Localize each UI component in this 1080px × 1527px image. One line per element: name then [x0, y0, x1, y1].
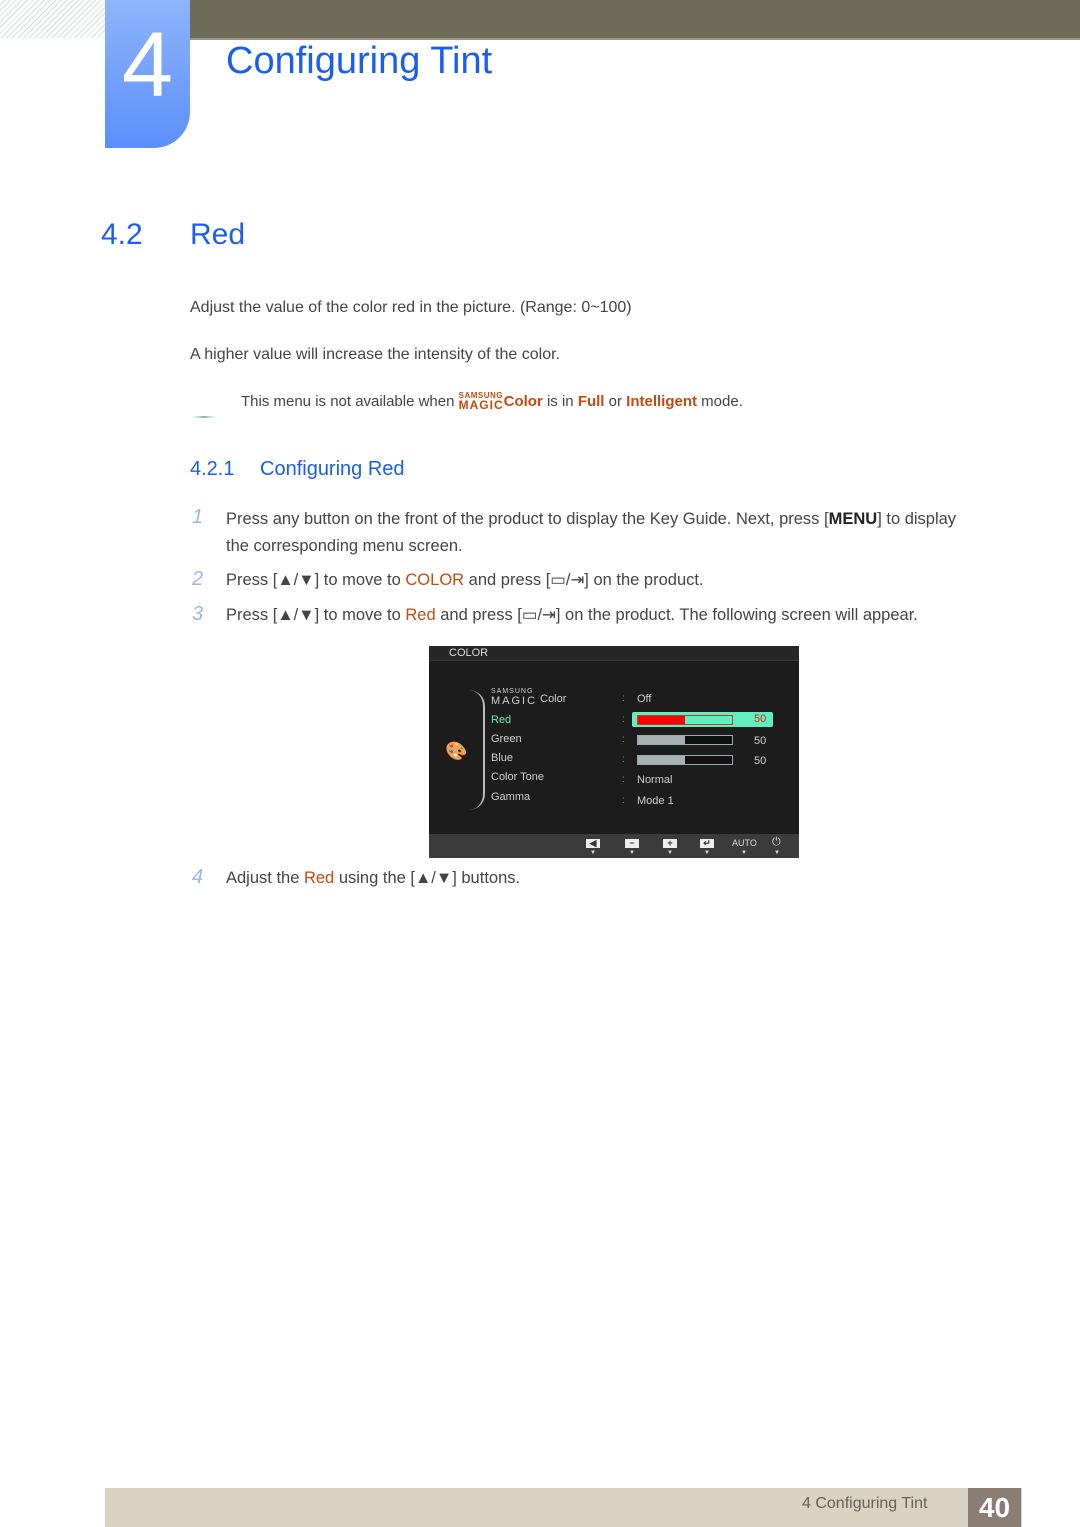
osd-arc-decoration	[469, 690, 485, 810]
step-2-highlight: COLOR	[405, 571, 465, 589]
osd-item-red: Red	[491, 714, 512, 726]
magic-color-suffix: Color	[540, 693, 567, 705]
osd-key-guide: ◀ ▼ − ▼ + ▼ ↵ ▼ AUTO ▼ ⏻ ▼	[429, 834, 799, 858]
magic-color-logo: SAMSUNG MAGIC	[491, 688, 538, 707]
note-text: This menu is not available when SAMSUNG M…	[241, 392, 743, 412]
step-2-text: Press [▲/▼] to move to COLOR and press […	[226, 567, 704, 594]
osd-colon: :	[622, 795, 625, 806]
paragraph-intensity: A higher value will increase the intensi…	[190, 346, 560, 363]
plus-icon: +	[663, 839, 677, 848]
note-icon	[192, 416, 216, 418]
osd-colon: :	[622, 774, 625, 785]
step-1-line-2: the corresponding menu screen.	[226, 537, 463, 555]
osd-colon: :	[622, 754, 625, 765]
step-number: 3	[192, 603, 204, 625]
osd-item-magic-color: SAMSUNG MAGIC Color	[491, 688, 567, 707]
step-3-part-b: and press [▭/⇥] on the product. The foll…	[435, 606, 918, 624]
note-mode-intelligent: Intelligent	[626, 393, 698, 410]
green-slider-fill	[638, 736, 685, 744]
power-icon: ⏻	[772, 836, 781, 848]
step-4-text: Adjust the Red using the [▲/▼] buttons.	[226, 865, 520, 892]
enter-icon: ↵	[700, 839, 714, 848]
step-2-part-b: and press [▭/⇥] on the product.	[464, 571, 704, 589]
chapter-title: Configuring Tint	[226, 40, 493, 82]
osd-item-gamma: Gamma	[491, 791, 531, 803]
osd-colon: :	[622, 734, 625, 745]
down-arrow-icon: ▼	[590, 850, 596, 856]
note-color-word: Color	[503, 393, 543, 410]
osd-value-color-tone: Normal	[637, 774, 673, 786]
minus-icon: −	[625, 839, 639, 848]
osd-item-color-tone: Color Tone	[491, 771, 544, 783]
blue-value: 50	[754, 755, 767, 767]
step-number: 4	[192, 866, 204, 888]
step-1-part-a: Press any button on the front of the pro…	[226, 510, 829, 528]
osd-title: COLOR	[429, 646, 799, 661]
decorative-hatch	[0, 0, 105, 38]
step-4-part-b: using the [▲/▼] buttons.	[334, 869, 521, 887]
red-value: 50	[754, 713, 767, 725]
green-slider	[637, 735, 733, 745]
osd-item-blue: Blue	[491, 752, 514, 764]
auto-label: AUTO	[732, 838, 757, 848]
note-mode-full: Full	[577, 393, 605, 410]
magic-color-logo: SAMSUNG MAGIC	[458, 392, 504, 412]
osd-colon: :	[622, 714, 625, 725]
section-title: Red	[190, 218, 246, 251]
down-arrow-icon: ▼	[629, 850, 635, 856]
magic-bottom: MAGIC	[491, 695, 538, 707]
note-prefix: This menu is not available when	[241, 393, 459, 410]
step-4-part-a: Adjust the	[226, 869, 304, 887]
osd-value-gamma: Mode 1	[637, 795, 674, 807]
down-arrow-icon: ▼	[774, 850, 780, 856]
step-3-part-a: Press [▲/▼] to move to	[226, 606, 406, 624]
footer-chapter-label: 4 Configuring Tint	[802, 1495, 928, 1512]
chapter-number-tab: 4	[105, 0, 190, 148]
section-number: 4.2	[101, 218, 143, 251]
magic-bottom: MAGIC	[458, 398, 504, 412]
step-1-text: Press any button on the front of the pro…	[226, 506, 956, 560]
red-slider-fill	[638, 716, 685, 724]
osd-item-green: Green	[491, 733, 522, 745]
subsection-title: Configuring Red	[260, 458, 405, 480]
palette-icon: 🎨	[445, 741, 468, 761]
subsection-number: 4.2.1	[190, 458, 235, 480]
osd-value-magic-color: Off	[637, 693, 652, 705]
step-1-part-b: ] to display	[877, 510, 957, 528]
blue-slider	[637, 755, 733, 765]
osd-colon: :	[622, 693, 625, 704]
page-number: 40	[968, 1488, 1021, 1527]
step-number: 1	[192, 506, 204, 528]
step-2-part-a: Press [▲/▼] to move to	[226, 571, 406, 589]
left-arrow-icon: ◀	[586, 839, 600, 848]
red-slider	[637, 715, 733, 725]
step-3-highlight: Red	[405, 606, 436, 624]
down-arrow-icon: ▼	[741, 850, 747, 856]
green-value: 50	[754, 735, 767, 747]
step-4-highlight: Red	[303, 869, 335, 887]
note-or: or	[604, 393, 627, 410]
step-3-text: Press [▲/▼] to move to Red and press [▭/…	[226, 602, 918, 629]
note-suffix: mode.	[697, 393, 743, 410]
menu-key: MENU	[828, 510, 878, 528]
header-bar	[190, 0, 1080, 40]
step-number: 2	[192, 568, 204, 590]
blue-slider-fill	[638, 756, 685, 764]
paragraph-range: Adjust the value of the color red in the…	[190, 299, 632, 316]
down-arrow-icon: ▼	[667, 850, 673, 856]
down-arrow-icon: ▼	[704, 850, 710, 856]
osd-menu-screenshot: COLOR 🎨 SAMSUNG MAGIC Color Red Green Blu…	[429, 646, 799, 858]
note-middle: is in	[542, 393, 578, 410]
